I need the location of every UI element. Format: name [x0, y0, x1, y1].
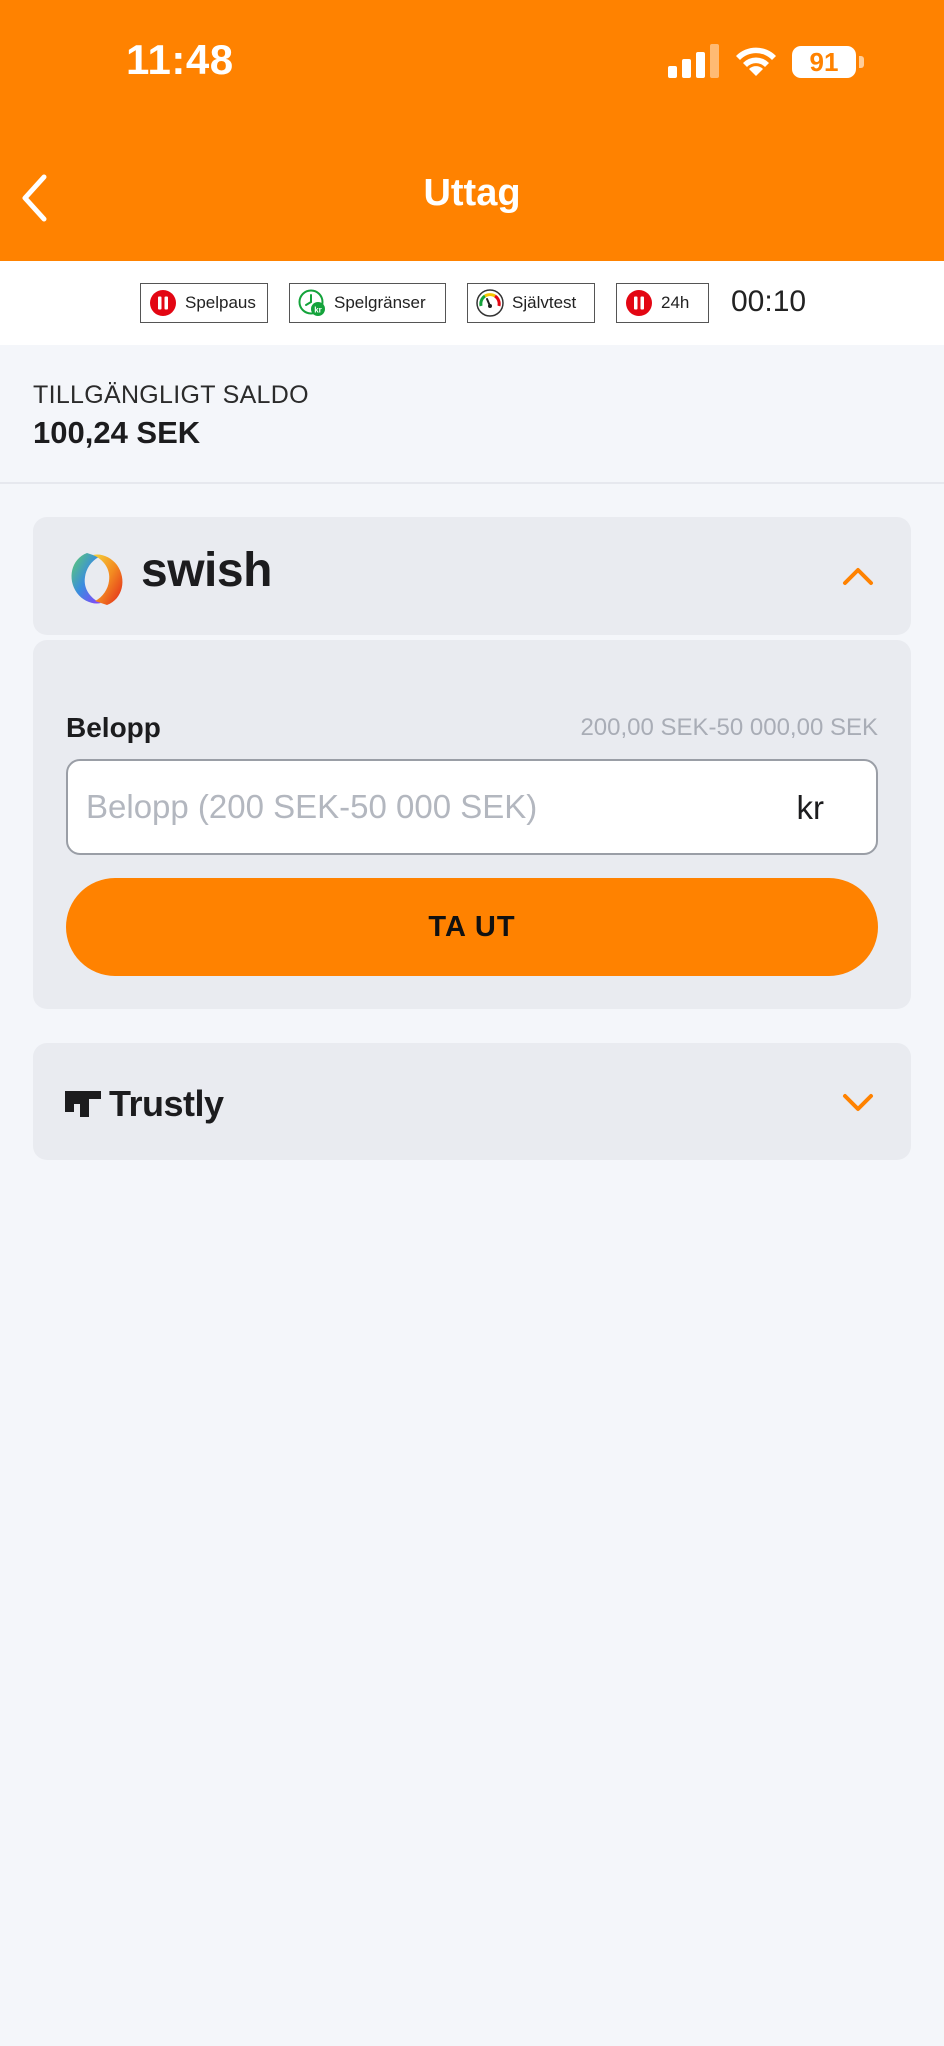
trustly-label: Trustly	[109, 1083, 224, 1124]
sjalvtest-label: Självtest	[512, 293, 577, 312]
currency-suffix: kr	[796, 789, 825, 826]
sjalvtest-button[interactable]: Självtest	[467, 283, 595, 323]
balance-section: TILLGÄNGLIGT SALDO 100,24 SEK	[0, 345, 944, 484]
spelgranser-button[interactable]: kr Spelgränser	[289, 283, 446, 323]
pause-24h-label: 24h	[661, 293, 690, 312]
spelgranser-label: Spelgränser	[334, 293, 426, 312]
battery-icon: 91	[792, 46, 856, 78]
svg-text:kr: kr	[314, 306, 322, 315]
battery-tip	[859, 56, 864, 68]
wifi-icon	[736, 47, 776, 76]
pause-24h-button[interactable]: 24h	[616, 283, 709, 323]
chevron-up-icon[interactable]	[841, 565, 875, 587]
spelpaus-button[interactable]: Spelpaus	[140, 283, 268, 323]
amount-range: 200,00 SEK-50 000,00 SEK	[580, 714, 878, 741]
swish-withdraw-form: Belopp 200,00 SEK-50 000,00 SEK kr TA UT	[33, 640, 911, 1009]
withdraw-button[interactable]: TA UT	[66, 878, 878, 976]
page-title: Uttag	[423, 172, 521, 214]
pause-icon	[626, 290, 652, 316]
trustly-logo-icon	[65, 1091, 101, 1117]
swish-method-header[interactable]: swish	[33, 517, 911, 635]
spelpaus-label: Spelpaus	[185, 293, 256, 312]
balance-label: TILLGÄNGLIGT SALDO	[33, 381, 309, 409]
amount-input[interactable]	[86, 761, 766, 853]
limits-clock-icon: kr	[298, 289, 325, 316]
chevron-down-icon[interactable]	[841, 1091, 875, 1113]
responsible-gaming-bar: Spelpaus kr Spelgränser Självtest 24h 00…	[0, 261, 944, 345]
balance-value: 100,24 SEK	[33, 415, 201, 450]
trustly-method-header[interactable]: Trustly	[33, 1043, 911, 1160]
gauge-icon	[476, 289, 504, 317]
status-time: 11:48	[126, 36, 234, 83]
swish-logo-icon	[71, 553, 123, 605]
amount-field[interactable]: kr	[66, 759, 878, 855]
session-timer: 00:10	[731, 285, 807, 318]
battery-level: 91	[809, 46, 839, 77]
pause-icon	[150, 290, 176, 316]
app-header: 11:48 91 Uttag	[0, 0, 944, 261]
swish-label: swish	[141, 544, 272, 597]
cellular-signal-icon	[668, 44, 720, 78]
amount-label: Belopp	[66, 712, 161, 743]
